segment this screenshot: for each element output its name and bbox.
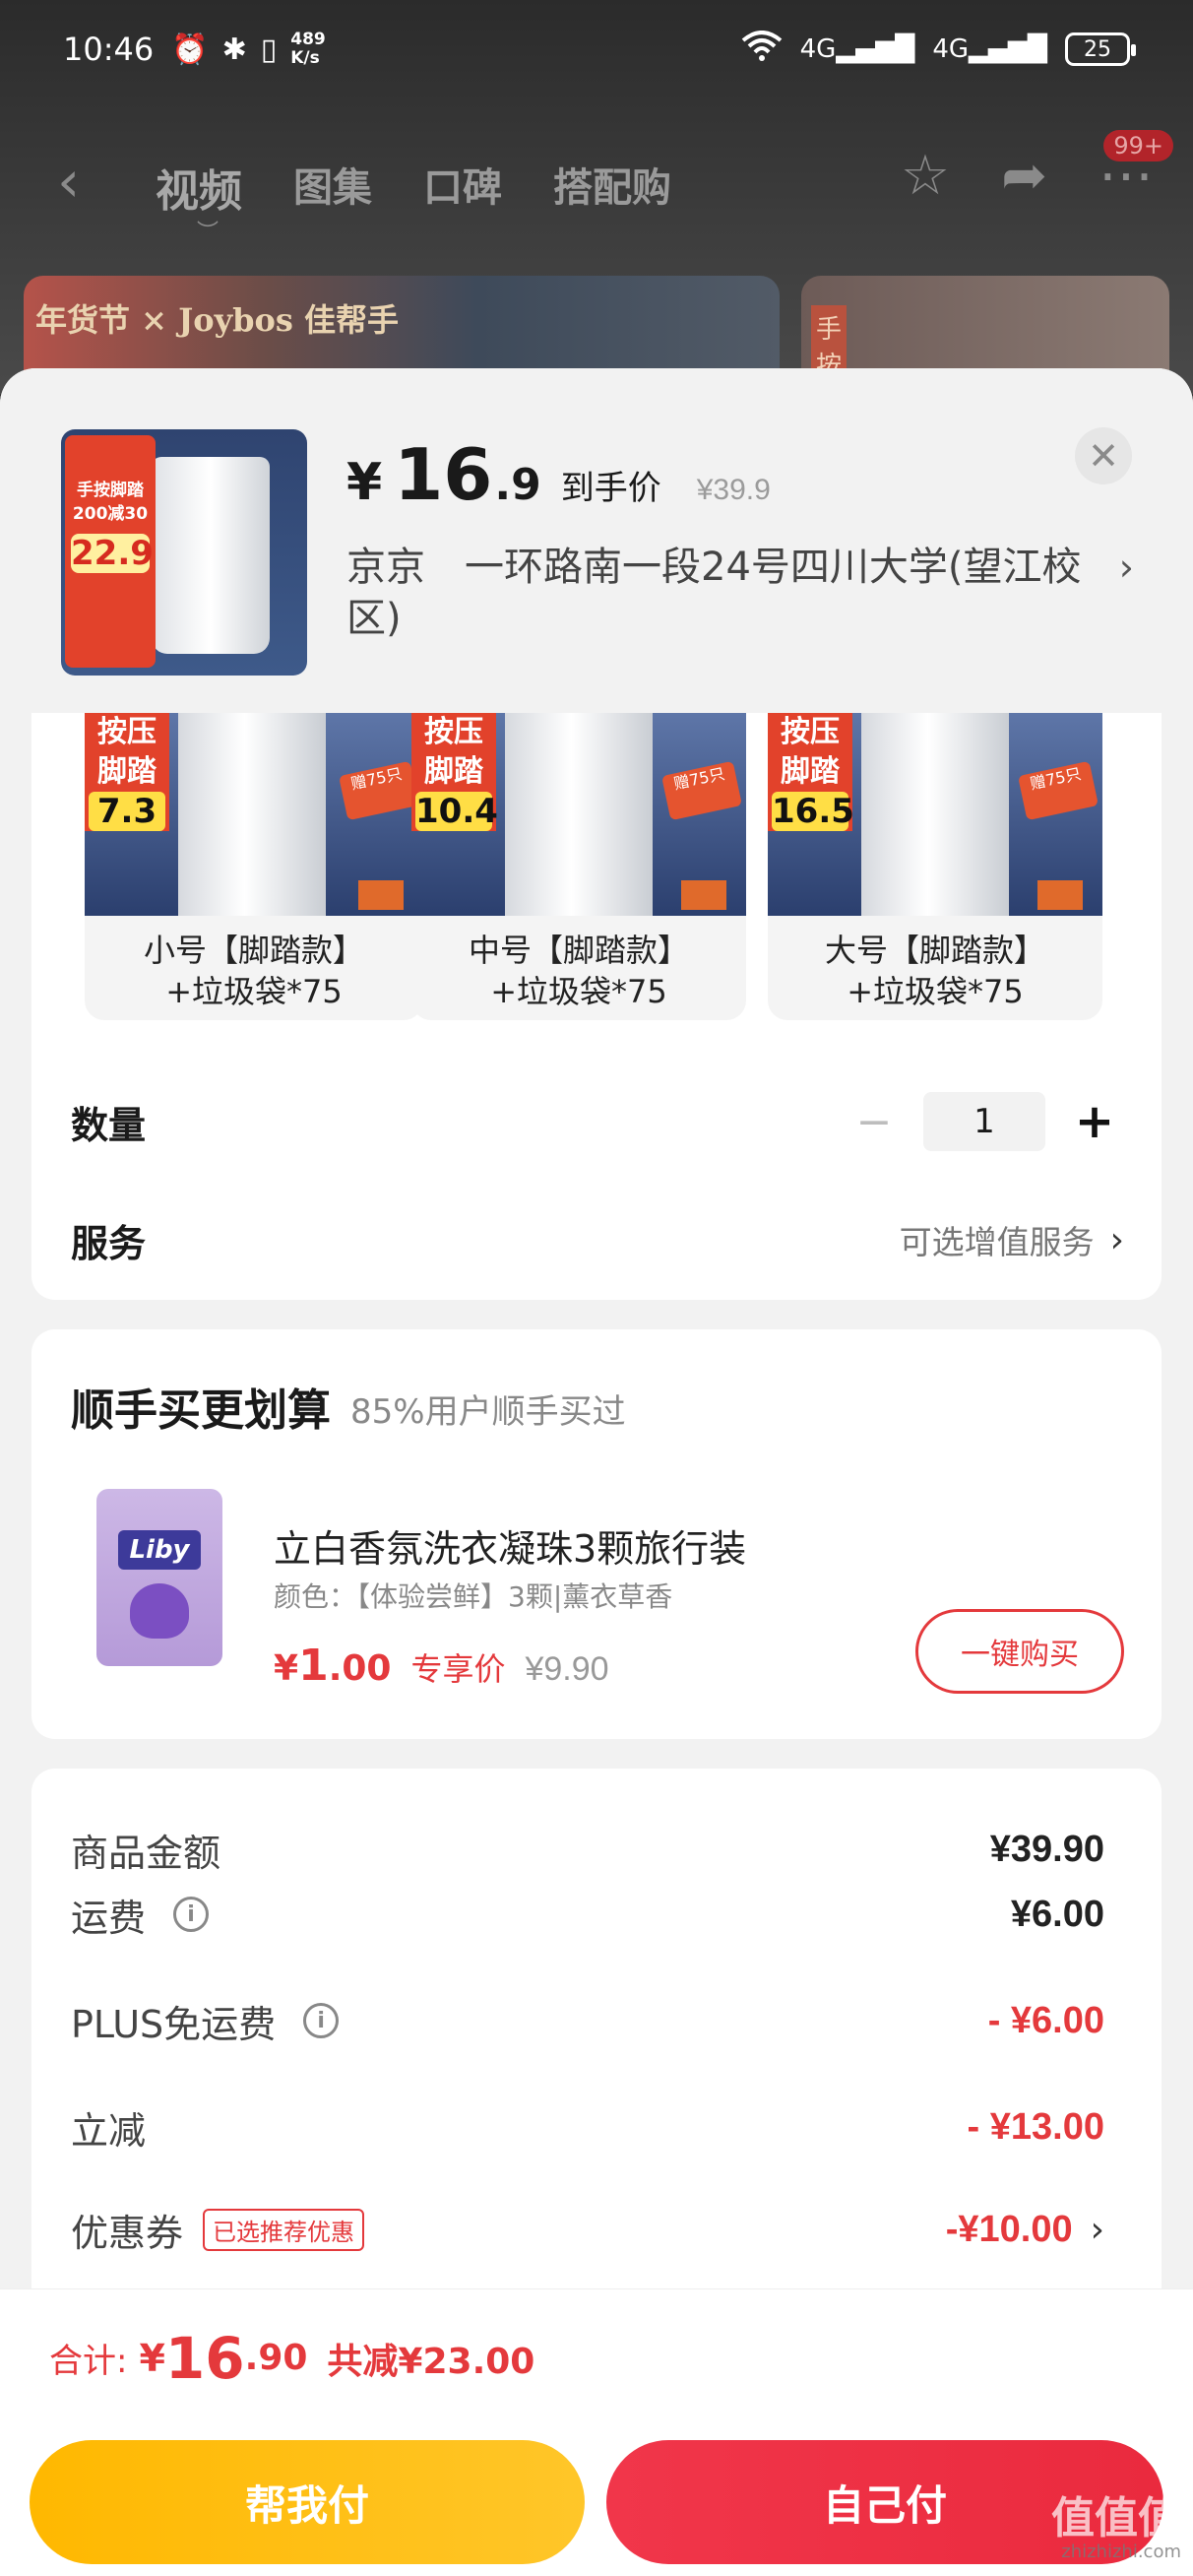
sku-name: 中号【脚踏款】 +垃圾袋*75 (468, 932, 689, 1010)
addon-product-name[interactable]: 立白香氛洗衣凝珠3颗旅行装 (274, 1518, 746, 1573)
product-top-nav: ‹ 视频 图集 口碑 搭配购 ︶ ☆ ➦ ⋯ 99+ (0, 130, 1193, 245)
product-tabs: 视频 图集 口碑 搭配购 (156, 156, 671, 219)
pedal-icon (681, 880, 726, 910)
amount-row-goods: 商品金额 ¥39.90 (71, 1828, 1104, 1875)
wifi-icon (741, 30, 783, 69)
watermark: 值值值 zhizhizhi.com (1051, 2493, 1181, 2562)
addon-price: ¥1.00 专享价 ¥9.90 (274, 1641, 609, 1691)
original-price: ¥39.9 (696, 474, 771, 506)
info-icon[interactable]: i (303, 2003, 340, 2038)
status-icons: ⏰ ✱ ▯ 489 K/s (171, 31, 326, 68)
quantity-input[interactable]: 1 (923, 1092, 1045, 1151)
sku-option-small[interactable]: 按压脚踏 7.3 赠75只 小号【脚踏款】 +垃圾袋*75 (85, 713, 423, 1020)
total-amount: 16 (164, 2324, 245, 2392)
tab-video[interactable]: 视频 (156, 156, 242, 219)
pedal-icon (1037, 880, 1083, 910)
addon-recommendation-card: 顺手买更划算 85%用户顺手买过 Liby 立白香氛洗衣凝珠3颗旅行装 颜色：【… (31, 1329, 1162, 1739)
total-saving: 共减¥23.00 (327, 2341, 535, 2382)
addon-product-image[interactable]: Liby (96, 1489, 222, 1666)
sku-option-medium[interactable]: 按压脚踏 10.4 赠75只 中号【脚踏款】 +垃圾袋*75 (411, 713, 746, 1020)
one-click-buy-button[interactable]: 一键购买 (915, 1609, 1124, 1694)
quantity-row: 数量 − 1 + (71, 1087, 1124, 1156)
amount-row-coupon[interactable]: 优惠券 已选推荐优惠 -¥10.00 › (71, 2200, 1104, 2259)
delivery-address[interactable]: 京京 一环路南一段24号四川大学(望江校区) › (346, 542, 1134, 644)
sku-image: 按压脚踏 10.4 赠75只 (411, 713, 746, 916)
total-bar: 合计: ¥ 16 .90 共减¥23.00 (0, 2288, 1193, 2426)
signal-icon-2: 4G▂▄▆█ (932, 34, 1047, 64)
payment-buttons: 帮我付 自己付 值值值 zhizhizhi.com (0, 2426, 1193, 2576)
chevron-right-icon: › (1090, 2209, 1104, 2250)
final-price: ¥ 16 .9 到手价 ¥39.9 (346, 433, 771, 516)
tab-gallery[interactable]: 图集 (293, 156, 372, 219)
service-row[interactable]: 服务 可选增值服务 › (71, 1205, 1124, 1274)
tab-bundle[interactable]: 搭配购 (553, 156, 671, 219)
sku-selection-sheet: 手按脚踏 200减30 22.9 ¥ 16 .9 到手价 ¥39.9 ✕ 京京 … (0, 368, 1193, 2576)
close-icon[interactable]: ✕ (1075, 427, 1132, 484)
sku-image: 按压脚踏 7.3 赠75只 (85, 713, 423, 916)
info-icon[interactable]: i (173, 1897, 210, 1932)
minus-button[interactable]: − (845, 1097, 904, 1147)
addon-subtitle: 85%用户顺手买过 (350, 1392, 626, 1432)
product-thumbnail[interactable]: 手按脚踏 200减30 22.9 (61, 429, 307, 676)
liby-logo: Liby (118, 1530, 201, 1570)
price-breakdown-card: 商品金额 ¥39.90 运费 i ¥6.00 PLUS免运费 i - ¥6.00… (31, 1769, 1162, 2359)
total-label: 合计: (49, 2342, 128, 2381)
help-me-pay-button[interactable]: 帮我付 (30, 2440, 585, 2564)
chevron-right-icon: › (1109, 1219, 1124, 1260)
sku-image: 按压脚踏 16.5 赠75只 (768, 713, 1102, 916)
signal-icon: 4G▂▄▆█ (799, 34, 915, 64)
alarm-icon: ⏰ (171, 32, 209, 67)
favorite-star-icon[interactable]: ☆ (901, 144, 950, 208)
tab-reviews[interactable]: 口碑 (423, 156, 502, 219)
bluetooth-icon: ✱ (221, 32, 247, 67)
net-speed: 489 K/s (290, 30, 326, 68)
status-right: 4G▂▄▆█ 4G▂▄▆█ 25 (741, 30, 1136, 69)
service-value: 可选增值服务 (899, 1223, 1095, 1261)
coupon-chip: 已选推荐优惠 (203, 2208, 365, 2251)
thumbnail-promo-tag: 手按脚踏 200减30 22.9 (65, 435, 156, 668)
vibrate-icon: ▯ (260, 32, 278, 67)
sku-card: 按压脚踏 7.3 赠75只 小号【脚踏款】 +垃圾袋*75 按压脚踏 10.4 赠75… (31, 713, 1162, 1300)
service-label: 服务 (71, 1221, 147, 1265)
amount-row-plus-free-shipping: PLUS免运费 i - ¥6.00 (71, 1999, 1104, 2046)
quantity-label: 数量 (71, 1103, 147, 1147)
amount-row-discount: 立减 - ¥13.00 (71, 2105, 1104, 2153)
pedal-icon (358, 880, 404, 910)
status-bar: 10:46 ⏰ ✱ ▯ 489 K/s 4G▂▄▆█ 4G▂▄▆█ 25 (0, 0, 1193, 98)
sku-option-large[interactable]: 按压脚踏 16.5 赠75只 大号【脚踏款】 +垃圾袋*75 (768, 713, 1102, 1020)
addon-title: 顺手买更划算 (71, 1385, 331, 1436)
quantity-stepper: − 1 + (845, 1092, 1124, 1151)
battery-icon: 25 (1065, 32, 1136, 66)
share-icon[interactable]: ➦ (1001, 144, 1047, 208)
plus-button[interactable]: + (1065, 1094, 1124, 1149)
tab-indicator-icon: ︶ (197, 221, 220, 245)
amount-row-shipping: 运费 i ¥6.00 (71, 1893, 1104, 1940)
clock: 10:46 (63, 31, 155, 68)
sheet-header: 手按脚踏 200减30 22.9 ¥ 16 .9 到手价 ¥39.9 ✕ 京京 … (0, 368, 1193, 713)
message-badge: 99+ (1103, 130, 1173, 161)
price-label: 到手价 (560, 469, 661, 508)
chevron-right-icon: › (1118, 546, 1134, 589)
sku-name: 小号【脚踏款】 +垃圾袋*75 (143, 932, 364, 1010)
addon-product-spec: 颜色：【体验尝鲜】3颗|薰衣草香 (274, 1580, 673, 1613)
back-chevron-icon[interactable]: ‹ (57, 148, 80, 215)
trash-can-image (152, 457, 270, 654)
detergent-pod-icon (130, 1583, 189, 1639)
sku-name: 大号【脚踏款】 +垃圾袋*75 (824, 932, 1045, 1010)
